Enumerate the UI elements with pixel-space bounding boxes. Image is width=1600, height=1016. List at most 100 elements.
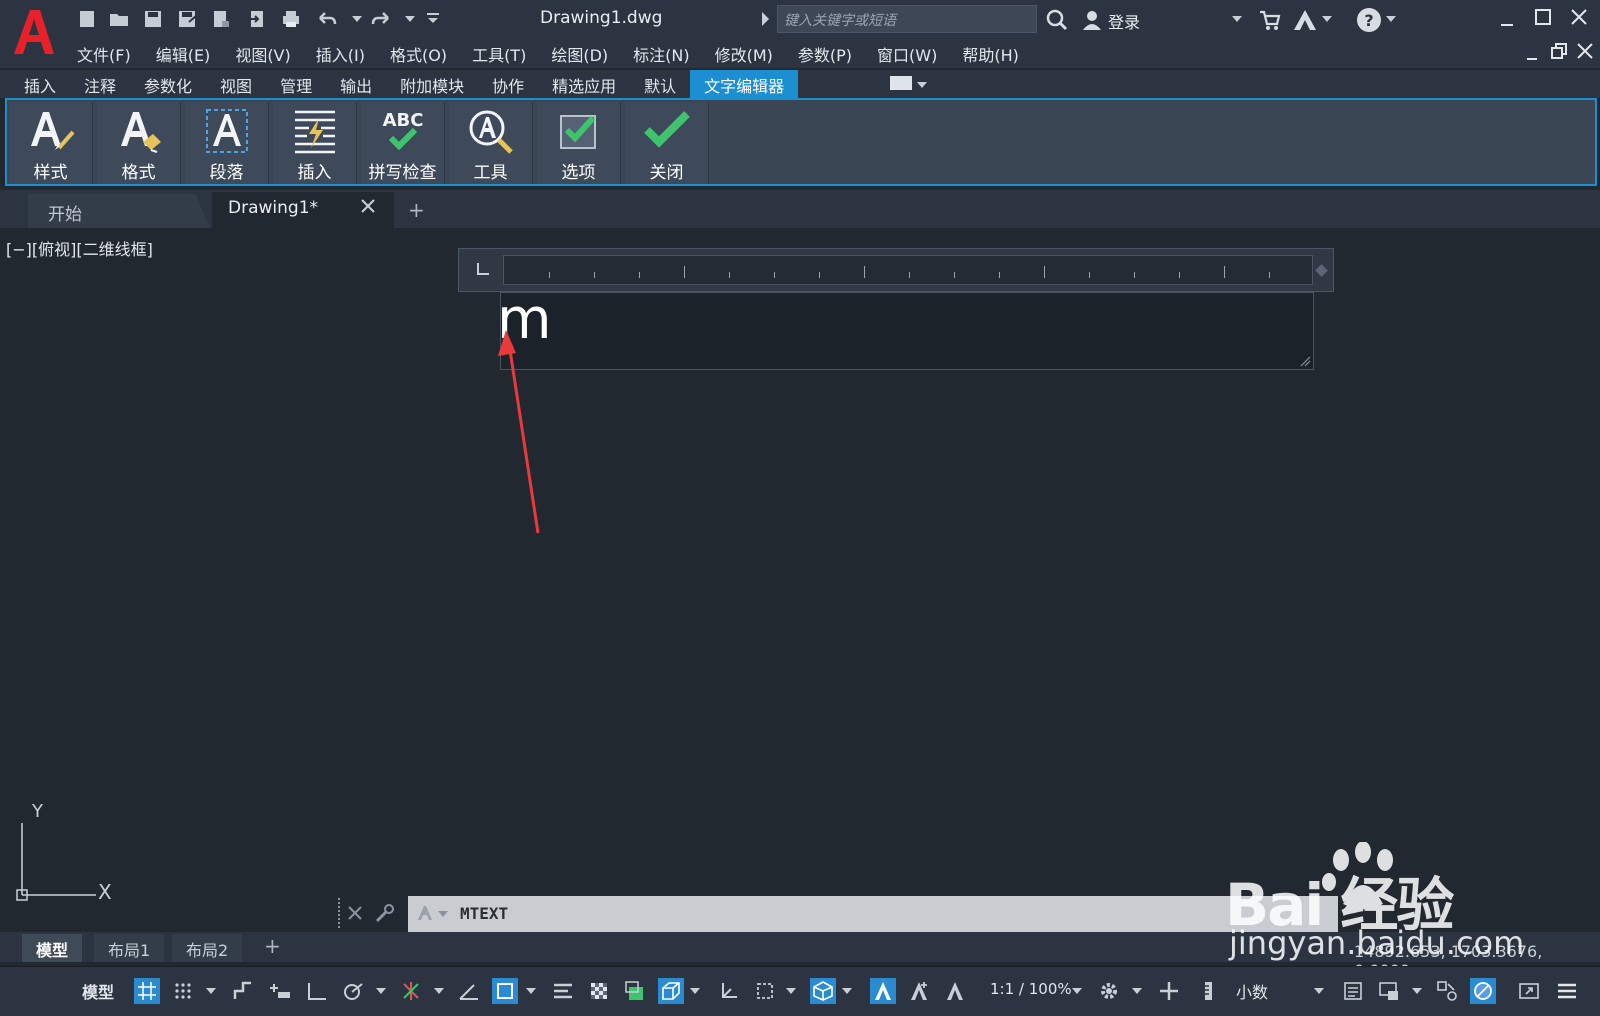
close-window-icon[interactable] xyxy=(1568,6,1590,28)
layout-tab-layout2[interactable]: 布局2 xyxy=(172,934,243,962)
print-icon[interactable] xyxy=(278,6,304,32)
close-document-icon[interactable] xyxy=(1574,40,1596,62)
export-icon[interactable] xyxy=(244,6,270,32)
menu-file[interactable]: 文件(F) xyxy=(77,40,131,66)
resize-grip-icon[interactable] xyxy=(1299,355,1311,367)
new-file-icon[interactable] xyxy=(74,6,100,32)
annotation-scale-value[interactable]: 1:1 / 100% xyxy=(990,980,1072,998)
tab-stop-type-icon[interactable] xyxy=(477,263,489,275)
menu-format[interactable]: 格式(O) xyxy=(390,40,447,66)
undo-icon[interactable] xyxy=(314,6,340,32)
gizmo-icon[interactable] xyxy=(810,978,836,1004)
viewport-controls[interactable]: [−][俯视][二维线框] xyxy=(6,236,153,260)
mtext-ruler[interactable] xyxy=(458,248,1334,292)
annotation-scale-icon[interactable] xyxy=(942,978,968,1004)
new-tab-button[interactable]: + xyxy=(408,198,425,222)
annotation-visibility-icon[interactable] xyxy=(870,978,896,1004)
menu-insert[interactable]: 插入(I) xyxy=(316,40,365,66)
minimize-window-icon[interactable] xyxy=(1496,8,1518,30)
style-button[interactable]: 样式 xyxy=(9,102,93,184)
save-as-icon[interactable] xyxy=(174,6,200,32)
ribbon-tab-addins[interactable]: 附加模块 xyxy=(386,70,478,98)
selection-filter-dropdown-icon[interactable] xyxy=(786,988,796,994)
workspace-dropdown-icon[interactable] xyxy=(1132,988,1142,994)
ribbon-tab-collaborate[interactable]: 协作 xyxy=(478,70,538,98)
mtext-edit-box[interactable]: m xyxy=(497,287,1314,370)
command-prompt-icon[interactable] xyxy=(416,904,434,927)
snap-dropdown-icon[interactable] xyxy=(206,988,216,994)
maximize-window-icon[interactable] xyxy=(1532,6,1554,28)
help-icon[interactable]: ? xyxy=(1357,8,1381,32)
object-snap-icon[interactable] xyxy=(492,978,518,1004)
search-input[interactable]: 键入关键字或短语 xyxy=(777,5,1037,33)
customization-menu-icon[interactable] xyxy=(1554,978,1580,1004)
menu-window[interactable]: 窗口(W) xyxy=(877,40,937,66)
snap-mode-icon[interactable] xyxy=(170,978,196,1004)
customize-qat-icon[interactable] xyxy=(420,6,446,32)
spellcheck-button[interactable]: ABC 拼写检查 xyxy=(361,102,445,184)
title-expand-icon[interactable] xyxy=(762,12,769,26)
annotation-monitor-icon[interactable] xyxy=(1156,978,1182,1004)
ribbon-tab-parametric[interactable]: 参数化 xyxy=(130,70,206,98)
menu-edit[interactable]: 编辑(E) xyxy=(156,40,211,66)
menu-view[interactable]: 视图(V) xyxy=(235,40,290,66)
command-close-icon[interactable] xyxy=(346,904,364,922)
selection-cycling-icon[interactable] xyxy=(622,978,648,1004)
transparency-icon[interactable] xyxy=(586,978,612,1004)
cart-icon[interactable] xyxy=(1258,8,1282,32)
isometric-drafting-icon[interactable] xyxy=(398,978,424,1004)
redo-dropdown-icon[interactable] xyxy=(405,16,415,22)
ucs-icon[interactable]: Y X xyxy=(14,803,124,903)
minimize-document-icon[interactable] xyxy=(1522,42,1544,64)
ribbon-tab-manage[interactable]: 管理 xyxy=(266,70,326,98)
tools-button[interactable]: 工具 xyxy=(449,102,533,184)
menu-modify[interactable]: 修改(M) xyxy=(715,40,773,66)
ribbon-tab-view[interactable]: 视图 xyxy=(206,70,266,98)
menu-parametric[interactable]: 参数(P) xyxy=(798,40,852,66)
infer-constraints-icon[interactable] xyxy=(230,978,256,1004)
autodesk-a360-icon[interactable] xyxy=(1292,8,1318,32)
restore-document-icon[interactable] xyxy=(1548,40,1570,62)
ribbon-tab-default[interactable]: 默认 xyxy=(630,70,690,98)
command-line-grip[interactable] xyxy=(338,898,340,928)
polar-dropdown-icon[interactable] xyxy=(376,988,386,994)
ribbon-tab-insert[interactable]: 插入 xyxy=(10,70,70,98)
object-snap-tracking-icon[interactable] xyxy=(456,978,482,1004)
save-icon[interactable] xyxy=(140,6,166,32)
redo-icon[interactable] xyxy=(368,6,394,32)
scale-dropdown-icon[interactable] xyxy=(1072,988,1082,994)
selection-filter-icon[interactable] xyxy=(752,978,778,1004)
menu-tools[interactable]: 工具(T) xyxy=(472,40,526,66)
units-icon[interactable] xyxy=(1196,978,1222,1004)
help-dropdown-icon[interactable] xyxy=(1386,16,1396,22)
ruler-width-handle-icon[interactable] xyxy=(1315,264,1328,277)
ribbon-minimize-dropdown-icon[interactable] xyxy=(917,82,927,88)
ribbon-tab-output[interactable]: 输出 xyxy=(326,70,386,98)
new-layout-button[interactable]: + xyxy=(264,934,281,958)
command-customize-wrench-icon[interactable] xyxy=(374,902,396,924)
ruler-track[interactable] xyxy=(503,255,1313,285)
gizmo-dropdown-icon[interactable] xyxy=(842,988,852,994)
command-input[interactable]: MTEXT xyxy=(408,896,1338,932)
ribbon-tab-annotate[interactable]: 注释 xyxy=(70,70,130,98)
autocad-logo-icon[interactable] xyxy=(10,6,56,58)
layout-tab-layout1[interactable]: 布局1 xyxy=(94,934,165,962)
undo-dropdown-icon[interactable] xyxy=(352,16,362,22)
drawing-canvas[interactable]: [−][俯视][二维线框] m Y X xyxy=(0,228,1600,928)
close-tab-icon[interactable] xyxy=(360,198,376,214)
3d-object-snap-icon[interactable] xyxy=(658,978,684,1004)
dynamic-ucs-icon[interactable] xyxy=(716,978,742,1004)
publish-icon[interactable] xyxy=(208,6,234,32)
format-button[interactable]: 格式 xyxy=(97,102,181,184)
auto-scale-icon[interactable] xyxy=(906,978,932,1004)
ribbon-minimize-toggle-icon[interactable] xyxy=(890,76,912,90)
autodesk-dropdown-icon[interactable] xyxy=(1322,16,1332,22)
command-recent-dropdown-icon[interactable] xyxy=(438,911,448,917)
workspace-gear-icon[interactable] xyxy=(1096,978,1122,1004)
ortho-mode-icon[interactable] xyxy=(304,978,330,1004)
ribbon-tab-text-editor[interactable]: 文字编辑器 xyxy=(690,70,799,98)
units-dropdown-icon[interactable] xyxy=(1314,988,1324,994)
ribbon-tab-featured-apps[interactable]: 精选应用 xyxy=(538,70,630,98)
paragraph-button[interactable]: 段落 xyxy=(185,102,269,184)
dynamic-input-icon[interactable] xyxy=(268,978,294,1004)
